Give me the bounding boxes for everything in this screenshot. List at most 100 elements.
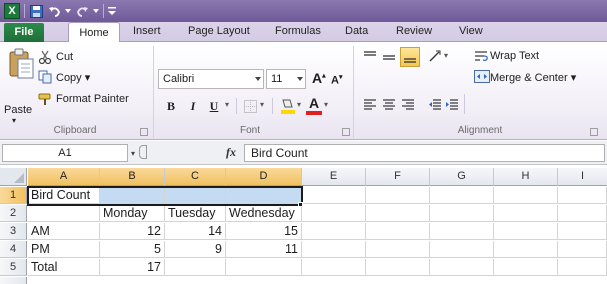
align-middle-icon[interactable] xyxy=(382,52,396,64)
font-size-select[interactable]: 11 xyxy=(266,69,306,89)
font-color-button[interactable]: A xyxy=(306,96,322,116)
cell-h4[interactable] xyxy=(494,241,558,258)
tab-insert[interactable]: Insert xyxy=(133,25,161,37)
cut-icon[interactable] xyxy=(38,50,53,64)
cell-c1[interactable] xyxy=(165,187,226,204)
decrease-indent-icon[interactable] xyxy=(428,98,442,112)
cell-g3[interactable] xyxy=(430,223,494,240)
cell-i2[interactable] xyxy=(558,205,607,222)
cell-c5[interactable] xyxy=(165,259,226,276)
grow-font-button[interactable]: A▴ xyxy=(312,70,326,86)
bold-button[interactable]: B xyxy=(162,96,180,116)
cell-b4[interactable]: 5 xyxy=(100,241,165,258)
cell-b5[interactable]: 17 xyxy=(100,259,165,276)
paste-button[interactable]: Paste ▾ xyxy=(4,48,36,125)
increase-indent-icon[interactable] xyxy=(445,98,459,112)
align-left-icon[interactable] xyxy=(363,98,377,112)
orientation-icon[interactable] xyxy=(428,49,442,63)
font-color-dropdown-icon[interactable]: ▾ xyxy=(324,100,328,109)
cell-a3[interactable]: AM xyxy=(28,223,100,240)
copy-icon[interactable] xyxy=(38,70,53,84)
wrap-text-icon[interactable] xyxy=(474,50,490,64)
undo-dropdown-icon[interactable] xyxy=(65,4,71,18)
align-top-icon[interactable] xyxy=(363,50,377,62)
align-bottom-button[interactable] xyxy=(400,47,420,67)
cell-g2[interactable] xyxy=(430,205,494,222)
formula-input[interactable]: Bird Count xyxy=(244,144,605,162)
cell-a5[interactable]: Total xyxy=(28,259,100,276)
cell-f3[interactable] xyxy=(366,223,430,240)
tab-file[interactable]: File xyxy=(4,23,44,42)
cell-e4[interactable] xyxy=(302,241,366,258)
copy-button[interactable]: Copy ▾ xyxy=(56,71,90,84)
column-header-e[interactable]: E xyxy=(302,168,366,186)
cell-i5[interactable] xyxy=(558,259,607,276)
column-header-b[interactable]: B xyxy=(100,168,165,186)
insert-function-icon[interactable]: fx xyxy=(226,145,236,160)
column-header-h[interactable]: H xyxy=(494,168,558,186)
column-header-i[interactable]: I xyxy=(558,168,607,186)
cell-c3[interactable]: 14 xyxy=(165,223,226,240)
customize-qat-icon[interactable] xyxy=(108,4,116,18)
tab-page-layout[interactable]: Page Layout xyxy=(188,25,250,37)
row-header-3[interactable]: 3 xyxy=(0,223,27,240)
redo-icon[interactable] xyxy=(75,4,89,18)
cell-g1[interactable] xyxy=(430,187,494,204)
cell-d3[interactable]: 15 xyxy=(226,223,302,240)
cell-a4[interactable]: PM xyxy=(28,241,100,258)
cell-h3[interactable] xyxy=(494,223,558,240)
cell-i4[interactable] xyxy=(558,241,607,258)
row-header-2[interactable]: 2 xyxy=(0,205,27,222)
name-box[interactable]: A1 xyxy=(2,144,128,162)
cell-d4[interactable]: 11 xyxy=(226,241,302,258)
excel-app-icon[interactable]: X xyxy=(4,3,20,19)
borders-icon[interactable] xyxy=(244,100,258,113)
format-painter-button[interactable]: Format Painter xyxy=(56,93,129,105)
font-name-select[interactable]: Calibri xyxy=(158,69,264,89)
cell-f4[interactable] xyxy=(366,241,430,258)
paste-dropdown-icon[interactable]: ▾ xyxy=(12,116,16,125)
cell-c2[interactable]: Tuesday xyxy=(165,205,226,222)
cell-e1[interactable] xyxy=(302,187,366,204)
cell-i3[interactable] xyxy=(558,223,607,240)
cell-h1[interactable] xyxy=(494,187,558,204)
italic-button[interactable]: I xyxy=(184,96,202,116)
column-header-a[interactable]: A xyxy=(28,168,100,186)
cell-g5[interactable] xyxy=(430,259,494,276)
cell-h5[interactable] xyxy=(494,259,558,276)
redo-dropdown-icon[interactable] xyxy=(93,4,99,18)
merge-center-icon[interactable] xyxy=(474,70,490,84)
row-header-4[interactable]: 4 xyxy=(0,241,27,258)
name-box-dropdown-icon[interactable]: ▾ xyxy=(131,149,135,158)
clipboard-launcher-icon[interactable] xyxy=(140,128,148,136)
fill-handle[interactable] xyxy=(298,202,303,207)
select-all-button[interactable] xyxy=(0,168,27,186)
fill-color-dropdown-icon[interactable]: ▾ xyxy=(297,100,301,109)
cell-d2[interactable]: Wednesday xyxy=(226,205,302,222)
cell-g4[interactable] xyxy=(430,241,494,258)
cell-d1[interactable] xyxy=(226,187,302,204)
borders-dropdown-icon[interactable]: ▾ xyxy=(260,100,264,109)
cell-e3[interactable] xyxy=(302,223,366,240)
column-header-c[interactable]: C xyxy=(165,168,226,186)
tab-home[interactable]: Home xyxy=(68,22,120,43)
cell-i1[interactable] xyxy=(558,187,607,204)
cell-f1[interactable] xyxy=(366,187,430,204)
orientation-dropdown-icon[interactable]: ▾ xyxy=(444,51,448,60)
cell-b3[interactable]: 12 xyxy=(100,223,165,240)
cell-b1[interactable] xyxy=(100,187,165,204)
font-launcher-icon[interactable] xyxy=(342,128,350,136)
undo-icon[interactable] xyxy=(47,4,61,18)
wrap-text-button[interactable]: Wrap Text xyxy=(490,50,539,62)
cell-f2[interactable] xyxy=(366,205,430,222)
formula-bar-handle[interactable] xyxy=(139,145,147,159)
align-center-icon[interactable] xyxy=(382,98,396,112)
cell-b2[interactable]: Monday xyxy=(100,205,165,222)
row-header-1[interactable]: 1 xyxy=(0,187,27,204)
cell-a2[interactable] xyxy=(28,205,100,222)
cut-button[interactable]: Cut xyxy=(56,51,73,63)
cell-h2[interactable] xyxy=(494,205,558,222)
column-header-f[interactable]: F xyxy=(366,168,430,186)
save-icon[interactable] xyxy=(29,4,43,18)
row-header-6[interactable] xyxy=(0,277,27,284)
